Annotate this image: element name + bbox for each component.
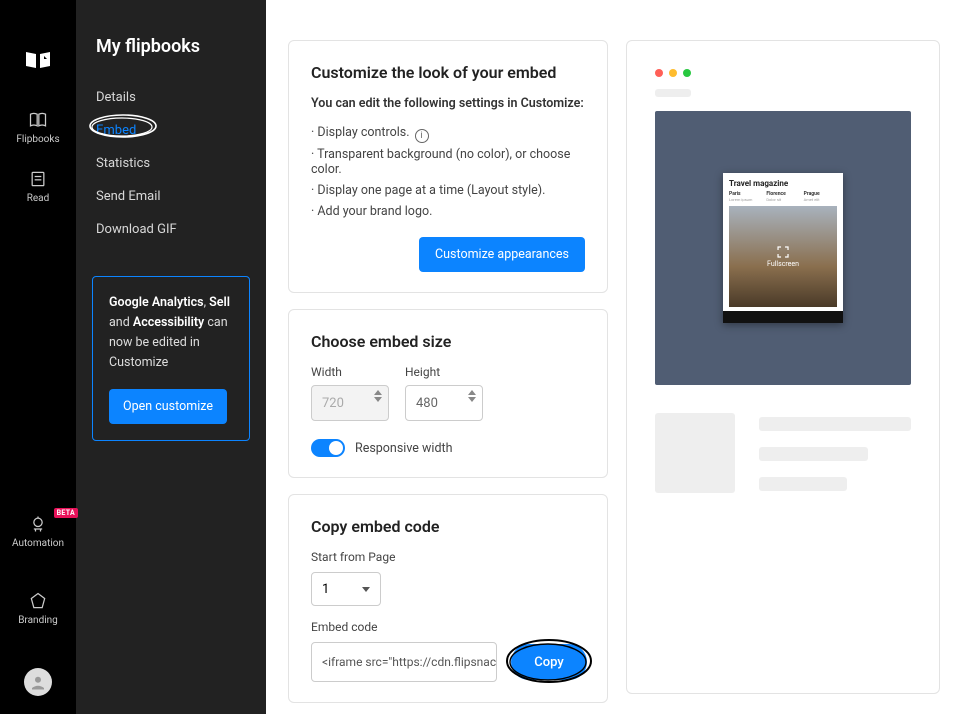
magazine-image: Fullscreen bbox=[729, 206, 837, 307]
read-icon bbox=[28, 169, 48, 189]
preview-panel: Travel magazine ParisLorem ipsum Florenc… bbox=[626, 40, 940, 694]
promo-box: Google Analytics, Sell and Accessibility… bbox=[92, 276, 250, 441]
size-card: Choose embed size Width 720 Height 480 bbox=[288, 309, 608, 478]
start-page-select[interactable]: 1 bbox=[311, 572, 381, 606]
rail-flipbooks[interactable]: Flipbooks bbox=[16, 110, 59, 145]
card-subheading: You can edit the following settings in C… bbox=[311, 96, 585, 111]
skeleton-box bbox=[655, 413, 735, 493]
skeleton-line bbox=[759, 447, 868, 461]
list-item: Display controls. i bbox=[311, 125, 585, 141]
app-logo bbox=[0, 50, 76, 70]
embed-code-card: Copy embed code Start from Page 1 Embed … bbox=[288, 494, 608, 703]
start-page-label: Start from Page bbox=[311, 550, 585, 564]
info-icon[interactable]: i bbox=[415, 129, 429, 143]
automation-icon bbox=[28, 514, 48, 534]
skeleton-line bbox=[759, 477, 847, 491]
sidebar-item-statistics[interactable]: Statistics bbox=[76, 147, 266, 180]
skeleton-block bbox=[655, 413, 911, 493]
magazine-footer bbox=[723, 311, 843, 323]
fullscreen-icon bbox=[777, 246, 789, 258]
width-input[interactable]: 720 bbox=[311, 385, 389, 421]
responsive-label: Responsive width bbox=[355, 441, 453, 456]
select-value: 1 bbox=[322, 582, 329, 597]
magazine-cover[interactable]: Travel magazine ParisLorem ipsum Florenc… bbox=[723, 173, 843, 323]
user-avatar[interactable] bbox=[24, 668, 52, 696]
card-heading: Copy embed code bbox=[311, 517, 585, 536]
height-label: Height bbox=[405, 365, 483, 379]
fullscreen-overlay[interactable]: Fullscreen bbox=[767, 246, 799, 268]
customize-list: Display controls. i Transparent backgrou… bbox=[311, 125, 585, 219]
rail-read[interactable]: Read bbox=[27, 169, 50, 204]
flipbook-sidebar: My flipbooks Details Embed Statistics Se… bbox=[76, 0, 266, 714]
main-content: Customize the look of your embed You can… bbox=[266, 0, 960, 714]
input-value: <iframe src="https://cdn.flipsnack bbox=[322, 655, 497, 669]
open-customize-button[interactable]: Open customize bbox=[109, 389, 227, 424]
sidebar-item-details[interactable]: Details bbox=[76, 81, 266, 114]
customize-card: Customize the look of your embed You can… bbox=[288, 40, 608, 293]
skeleton-line bbox=[759, 417, 911, 431]
stepper-icon[interactable] bbox=[468, 390, 476, 402]
input-value: 480 bbox=[416, 396, 438, 411]
embed-code-input[interactable]: <iframe src="https://cdn.flipsnack bbox=[311, 642, 497, 682]
promo-text: Google Analytics, Sell and Accessibility… bbox=[109, 293, 233, 373]
skeleton-line bbox=[655, 89, 691, 97]
browser-dots-icon bbox=[655, 69, 911, 77]
sidebar-item-embed[interactable]: Embed bbox=[76, 114, 266, 147]
sidebar-menu: Details Embed Statistics Send Email Down… bbox=[76, 81, 266, 246]
rail-automation[interactable]: BETA Automation bbox=[12, 514, 64, 549]
rail-label: Branding bbox=[18, 615, 58, 626]
copy-button[interactable]: Copy bbox=[511, 644, 587, 680]
card-heading: Customize the look of your embed bbox=[311, 63, 585, 82]
sidebar-item-send-email[interactable]: Send Email bbox=[76, 180, 266, 213]
rail-label: Automation bbox=[12, 538, 64, 549]
branding-icon bbox=[28, 591, 48, 611]
preview-hero: Travel magazine ParisLorem ipsum Florenc… bbox=[655, 111, 911, 385]
list-item: Transparent background (no color), or ch… bbox=[311, 147, 585, 177]
responsive-toggle[interactable] bbox=[311, 439, 345, 457]
stepper-icon[interactable] bbox=[374, 390, 382, 402]
sidebar-item-label: Embed bbox=[96, 123, 136, 138]
magazine-title: Travel magazine bbox=[729, 179, 837, 188]
flipbooks-icon bbox=[28, 110, 48, 130]
customize-appearances-button[interactable]: Customize appearances bbox=[419, 237, 585, 272]
height-input[interactable]: 480 bbox=[405, 385, 483, 421]
rail-label: Read bbox=[27, 193, 50, 204]
rail-label: Flipbooks bbox=[16, 134, 59, 145]
input-value: 720 bbox=[322, 396, 344, 411]
sidebar-item-download-gif[interactable]: Download GIF bbox=[76, 213, 266, 246]
rail-branding[interactable]: Branding bbox=[18, 591, 58, 626]
list-item: Display one page at a time (Layout style… bbox=[311, 183, 585, 198]
left-rail: Flipbooks Read BETA Automation Branding bbox=[0, 0, 76, 714]
sidebar-title: My flipbooks bbox=[76, 36, 266, 81]
embed-code-label: Embed code bbox=[311, 620, 585, 634]
beta-badge: BETA bbox=[54, 508, 78, 518]
width-label: Width bbox=[311, 365, 389, 379]
avatar-icon bbox=[29, 673, 47, 691]
list-item: Add your brand logo. bbox=[311, 204, 585, 219]
card-heading: Choose embed size bbox=[311, 332, 585, 351]
